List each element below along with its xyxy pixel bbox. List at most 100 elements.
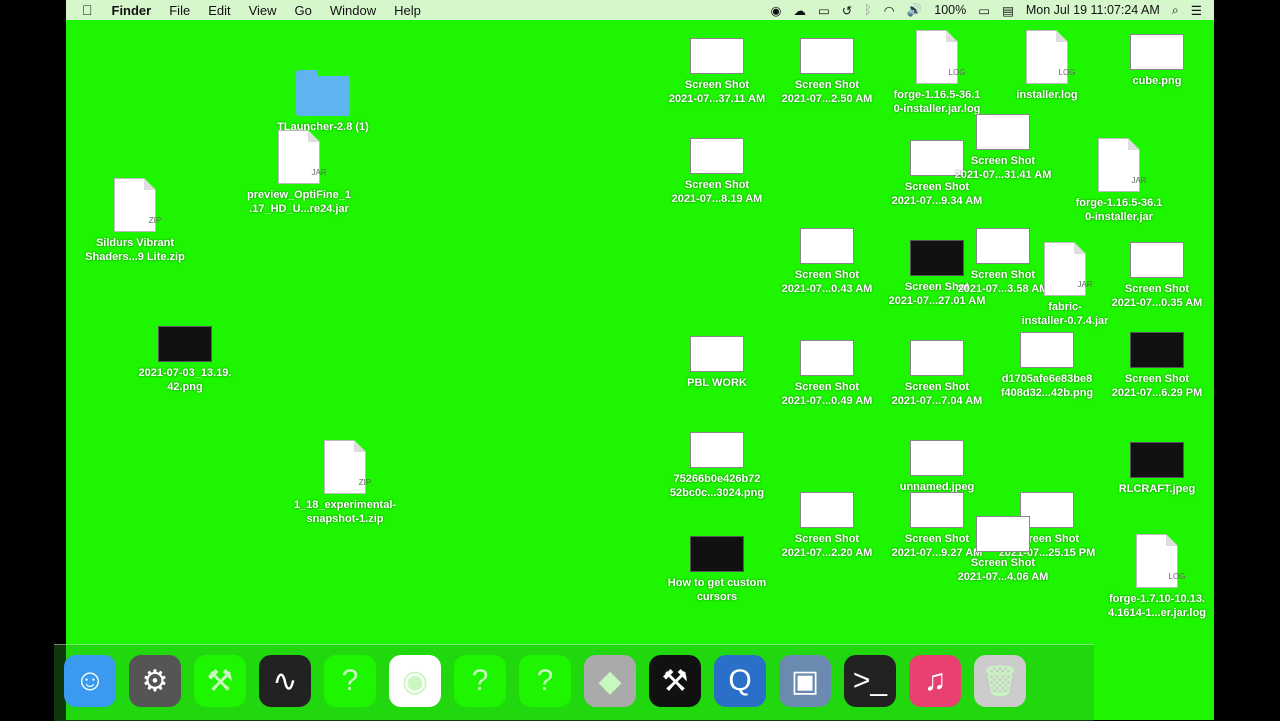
desktop-icon[interactable]: Screen Shot 2021-07...0.43 AM xyxy=(772,228,882,296)
file-type-tag: JAR xyxy=(1131,176,1147,185)
image-thumbnail-icon xyxy=(690,536,744,572)
desktop-icon-label: 1_18_experimental- snapshot-1.zip xyxy=(293,499,397,525)
desktop-icon-label: Screen Shot 2021-07...2.50 AM xyxy=(781,79,873,105)
image-thumbnail-icon xyxy=(1130,332,1184,368)
dock-app-music[interactable]: ♫ xyxy=(909,655,961,707)
dock-app-finder[interactable]: ☺ xyxy=(64,655,116,707)
desktop-icon[interactable]: ZIP Sildurs Vibrant Shaders...9 Lite.zip xyxy=(80,178,190,264)
desktop-icon[interactable]: LOG forge-1.16.5-36.1 0-installer.jar.log xyxy=(882,30,992,116)
menu-app-name[interactable]: Finder xyxy=(103,3,161,18)
desktop-icon[interactable]: LOG installer.log xyxy=(992,30,1102,102)
image-thumbnail-icon xyxy=(690,432,744,468)
dock-app-archive-utility[interactable]: ⚒ xyxy=(194,655,246,707)
file-type-tag: JAR xyxy=(311,168,327,177)
volume-icon[interactable]: 🔊 xyxy=(901,3,929,18)
file-type-tag: LOG xyxy=(1058,68,1076,77)
image-thumbnail-icon xyxy=(800,38,854,74)
desktop-icon[interactable]: JAR forge-1.16.5-36.1 0-installer.jar xyxy=(1064,138,1174,224)
desktop-icon[interactable]: Screen Shot 2021-07...0.49 AM xyxy=(772,340,882,408)
dock-app-unknown[interactable]: ? xyxy=(454,655,506,707)
desktop-icon-label: 75266b0e426b72 52bc0c...3024.png xyxy=(669,473,765,499)
image-thumbnail-icon xyxy=(976,114,1030,150)
wifi-icon[interactable]: ◠ xyxy=(878,3,901,18)
file-type-tag: LOG xyxy=(948,68,966,77)
desktop-icon-label: installer.log xyxy=(1016,89,1078,101)
dock-app-quicktime-player[interactable]: Q xyxy=(714,655,766,707)
jar-file-icon: JAR xyxy=(1044,242,1093,296)
desktop-icon[interactable]: TLauncher-2.8 (1) xyxy=(268,68,378,134)
battery-percent[interactable]: 100% xyxy=(928,3,972,17)
desktop-icon[interactable]: Screen Shot 2021-07...6.29 PM xyxy=(1102,332,1212,400)
dock-app-curseforge[interactable]: ⚒ xyxy=(649,655,701,707)
desktop-icon-label: Screen Shot 2021-07...0.49 AM xyxy=(781,381,873,407)
dock-app-activity-monitor[interactable]: ∿ xyxy=(259,655,311,707)
file-type-tag: ZIP xyxy=(358,478,372,487)
airplay-icon[interactable]: ▭ xyxy=(812,3,836,18)
desktop-icon-label: Screen Shot 2021-07...8.19 AM xyxy=(671,179,763,205)
desktop-icon[interactable]: LOG forge-1.7.10-10.13. 4.1614-1...er.jar… xyxy=(1102,534,1212,620)
desktop-icon[interactable]: Screen Shot 2021-07...31.41 AM xyxy=(948,114,1058,182)
desktop-icon-label: forge-1.16.5-36.1 0-installer.jar.log xyxy=(893,89,981,115)
desktop-icon-label: forge-1.16.5-36.1 0-installer.jar xyxy=(1075,197,1163,223)
desktop-icon[interactable]: RLCRAFT.jpeg xyxy=(1102,442,1212,496)
desktop-icon[interactable]: d1705afe6e83be8 f408d32...42b.png xyxy=(992,332,1102,400)
file-type-tag: JAR xyxy=(1077,280,1093,289)
notification-center-icon[interactable]: ☰ xyxy=(1185,3,1214,18)
desktop-icon[interactable]: Screen Shot 2021-07...0.35 AM xyxy=(1102,242,1212,310)
desktop-icon[interactable]: Screen Shot 2021-07...2.20 AM xyxy=(772,492,882,560)
desktop-icon[interactable]: JAR preview_OptiFine_1 .17_HD_U...re24.ja… xyxy=(244,130,354,216)
desktop-icon[interactable]: cube.png xyxy=(1102,34,1212,88)
desktop-icon[interactable]: Screen Shot 2021-07...7.04 AM xyxy=(882,340,992,408)
desktop-icon-label: forge-1.7.10-10.13. 4.1614-1...er.jar.lo… xyxy=(1108,593,1206,619)
menu-help[interactable]: Help xyxy=(385,3,430,18)
clock[interactable]: Mon Jul 19 11:07:24 AM xyxy=(1020,3,1166,17)
dock-app-system-preferences[interactable]: ⚙ xyxy=(129,655,181,707)
desktop-icon-label: How to get custom cursors xyxy=(667,577,767,603)
cloud-icon[interactable]: ☁ xyxy=(787,3,812,18)
desktop-icon-label: Sildurs Vibrant Shaders...9 Lite.zip xyxy=(85,237,185,263)
dock-app-preview[interactable]: ▣ xyxy=(779,655,831,707)
desktop-icon-label: 2021-07-03_13.19. 42.png xyxy=(138,367,232,393)
menu-file[interactable]: File xyxy=(160,3,199,18)
desktop-icon[interactable]: 2021-07-03_13.19. 42.png xyxy=(130,326,240,394)
dock-app-trash[interactable]: 🗑 xyxy=(974,655,1026,707)
menu-edit[interactable]: Edit xyxy=(199,3,239,18)
dock-app-unknown[interactable]: ? xyxy=(519,655,571,707)
desktop-icon[interactable]: How to get custom cursors xyxy=(662,536,772,604)
time-machine-icon[interactable]: ↺ xyxy=(836,3,858,18)
desktop-icon[interactable]: Screen Shot 2021-07...4.06 AM xyxy=(948,516,1058,584)
status-area: ◉ ☁ ▭ ↺ ᛒ ◠ 🔊 100% ▭ ▤ Mon Jul 19 11:07:… xyxy=(765,0,1214,20)
image-thumbnail-icon xyxy=(800,492,854,528)
dock-app-terminal[interactable]: >_ xyxy=(844,655,896,707)
desktop-icon[interactable]: ZIP 1_18_experimental- snapshot-1.zip xyxy=(290,440,400,526)
menu-go[interactable]: Go xyxy=(286,3,321,18)
desktop-icon[interactable]: Screen Shot 2021-07...37.11 AM xyxy=(662,38,772,106)
bluetooth-icon[interactable]: ᛒ xyxy=(858,3,878,17)
image-thumbnail-icon xyxy=(800,340,854,376)
image-thumbnail-icon xyxy=(910,340,964,376)
desktop-icon-label: Screen Shot 2021-07...7.04 AM xyxy=(891,381,983,407)
desktop-icon-label: Screen Shot 2021-07...31.41 AM xyxy=(954,155,1052,181)
battery-icon[interactable]: ▭ xyxy=(972,3,996,18)
desktop-icon[interactable]: Screen Shot 2021-07...8.19 AM xyxy=(662,138,772,206)
dock-app-google-chrome[interactable]: ◉ xyxy=(389,655,441,707)
desktop-icon-label: Screen Shot 2021-07...37.11 AM xyxy=(668,79,766,105)
apple-menu-icon[interactable]:  xyxy=(66,2,103,18)
desktop-icon[interactable]: unnamed.jpeg xyxy=(882,440,992,494)
flag-icon[interactable]: ▤ xyxy=(996,3,1020,18)
desktop-icon[interactable]: Screen Shot 2021-07...2.50 AM xyxy=(772,38,882,106)
desktop-icon[interactable]: PBL WORK xyxy=(662,336,772,390)
menu-window[interactable]: Window xyxy=(321,3,385,18)
desktop-icon-label: Screen Shot 2021-07...0.43 AM xyxy=(781,269,873,295)
record-icon[interactable]: ◉ xyxy=(765,3,788,18)
dock: ☺ ⚙ ⚒ ∿? ◉?? ◆ ⚒ Q ▣ >_ ♫ 🗑 xyxy=(54,644,1094,721)
desktop-icon[interactable]: 75266b0e426b72 52bc0c...3024.png xyxy=(662,432,772,500)
dock-app-unknown[interactable]: ? xyxy=(324,655,376,707)
search-icon[interactable]: ⌕ xyxy=(1166,3,1185,18)
jar-file-icon: JAR xyxy=(278,130,327,184)
dock-app-roblox[interactable]: ◆ xyxy=(584,655,636,707)
image-thumbnail-icon xyxy=(976,516,1030,552)
file-type-tag: LOG xyxy=(1168,572,1186,581)
menu-view[interactable]: View xyxy=(240,3,286,18)
image-thumbnail-icon xyxy=(690,336,744,372)
